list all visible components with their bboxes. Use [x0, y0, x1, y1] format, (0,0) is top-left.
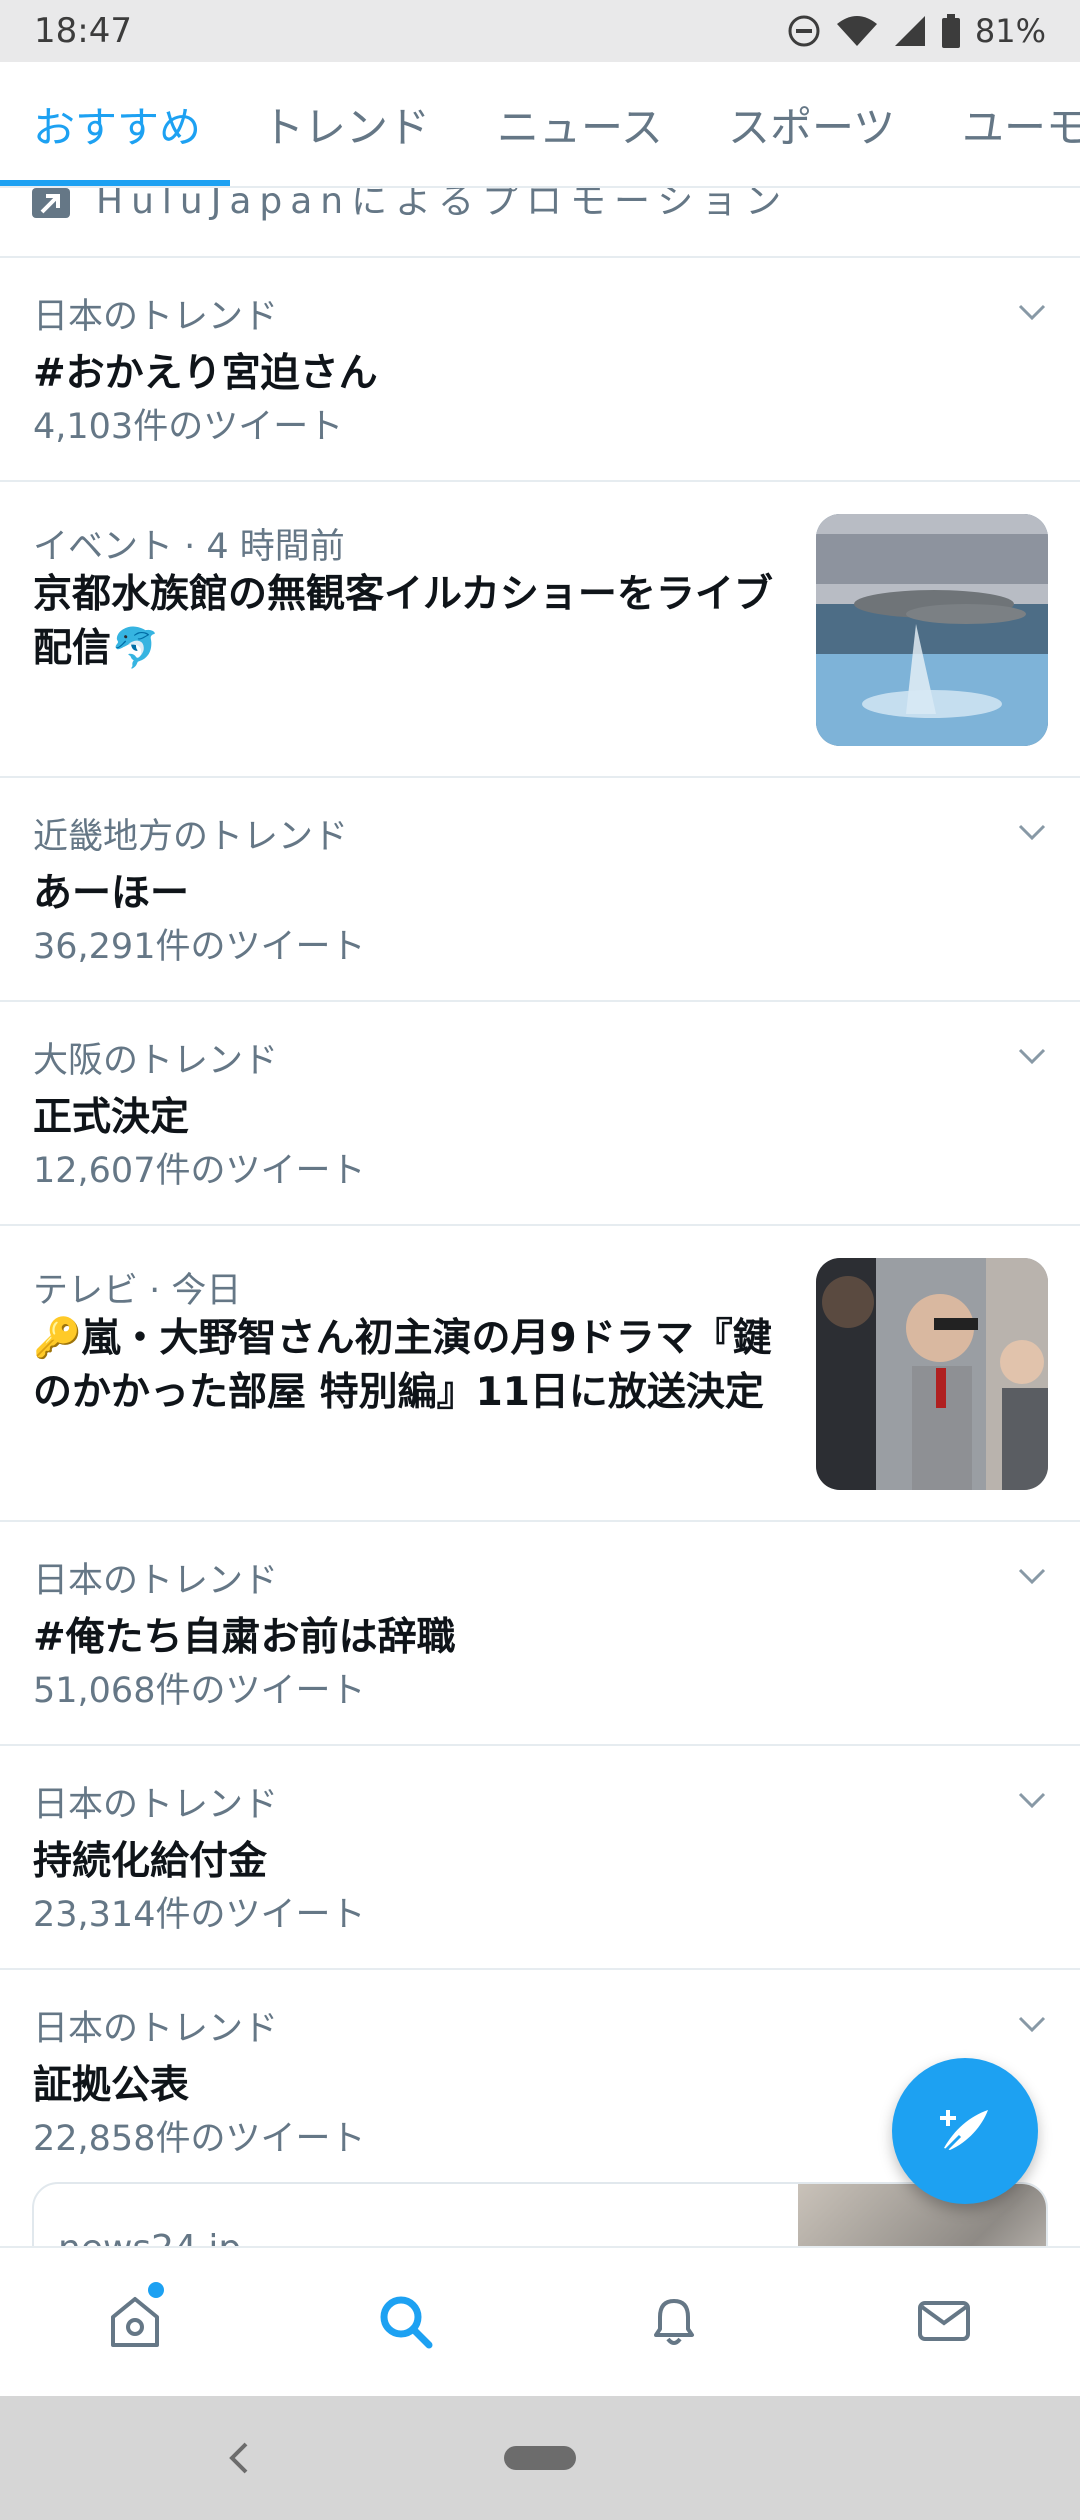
wifi-icon — [836, 16, 877, 46]
status-bar: 18:47 81% — [0, 0, 1080, 62]
signal-icon — [894, 16, 925, 46]
do-not-disturb-icon — [788, 15, 820, 47]
battery-level: 81% — [974, 12, 1046, 50]
bottom-navigation — [0, 2246, 1080, 2396]
chevron-down-icon[interactable] — [1014, 1038, 1050, 1074]
trend-item[interactable]: 日本のトレンド #俺たち自粛お前は辞職 51,068件のツイート — [0, 1522, 1080, 1746]
explore-tabs: おすすめ トレンド ニュース スポーツ ユーモ — [0, 62, 1080, 188]
tweet-count: 22,858件のツイート — [33, 2119, 366, 2159]
news-title: 京都水族館の無観客イルカショーをライブ配信🐬 — [33, 572, 773, 671]
chevron-down-icon[interactable] — [1014, 814, 1050, 850]
trend-context: 近畿地方のトレンド — [33, 817, 349, 857]
compose-tweet-button[interactable] — [892, 2058, 1038, 2204]
compose-feather-icon — [940, 2110, 988, 2154]
chevron-down-icon[interactable] — [1014, 1782, 1050, 1818]
promoted-text: HuluJapanによるプロモーション — [96, 188, 790, 222]
trend-title: 証拠公表 — [33, 2063, 190, 2108]
tab-news[interactable]: ニュース — [497, 62, 663, 186]
tab-sports[interactable]: スポーツ — [728, 62, 895, 186]
nav-notifications[interactable] — [639, 2286, 709, 2356]
trend-item[interactable]: 日本のトレンド #おかえり宮迫さん 4,103件のツイート — [0, 258, 1080, 482]
tweet-count: 23,314件のツイート — [33, 1895, 366, 1935]
tweet-count: 36,291件のツイート — [33, 927, 366, 967]
trend-item[interactable]: 日本のトレンド 持続化給付金 23,314件のツイート — [0, 1746, 1080, 1970]
trend-title: 持続化給付金 — [33, 1839, 268, 1884]
search-icon — [380, 2296, 433, 2349]
home-notification-dot — [148, 2282, 164, 2298]
chevron-down-icon[interactable] — [1014, 294, 1050, 330]
chevron-down-icon[interactable] — [1014, 1558, 1050, 1594]
news-item[interactable]: イベント · 4 時間前 京都水族館の無観客イルカショーをライブ配信🐬 — [0, 482, 1080, 778]
chevron-down-icon[interactable] — [1014, 2006, 1050, 2042]
home-icon — [111, 2297, 159, 2347]
promoted-label[interactable]: HuluJapanによるプロモーション — [0, 188, 1080, 258]
trend-item[interactable]: 近畿地方のトレンド あーほー 36,291件のツイート — [0, 778, 1080, 1002]
news-title: 🔑嵐・大野智さん初主演の月9ドラマ『鍵のかかった部屋 特別編』11日に放送決定 — [33, 1316, 772, 1415]
nav-search[interactable] — [370, 2286, 440, 2356]
tweet-count: 12,607件のツイート — [33, 1151, 366, 1191]
trend-title: #俺たち自粛お前は辞職 — [33, 1615, 456, 1660]
trend-title: #おかえり宮迫さん — [33, 351, 378, 396]
bell-icon — [654, 2299, 694, 2345]
news-context: イベント · 4 時間前 — [33, 527, 345, 567]
news-context: テレビ · 今日 — [33, 1271, 242, 1311]
news-item[interactable]: テレビ · 今日 🔑嵐・大野智さん初主演の月9ドラマ『鍵のかかった部屋 特別編』… — [0, 1226, 1080, 1522]
trend-title: あーほー — [33, 871, 190, 916]
mail-icon — [918, 2301, 970, 2341]
home-pill[interactable] — [504, 2446, 576, 2470]
trend-context: 日本のトレンド — [33, 2009, 279, 2049]
trend-context: 大阪のトレンド — [33, 1041, 279, 1081]
trend-context: 日本のトレンド — [33, 1561, 279, 1601]
news-thumbnail — [816, 514, 1048, 746]
nav-messages[interactable] — [909, 2286, 979, 2356]
trend-item[interactable]: 大阪のトレンド 正式決定 12,607件のツイート — [0, 1002, 1080, 1226]
promoted-icon — [32, 188, 70, 218]
tab-humor[interactable]: ユーモ — [962, 62, 1080, 186]
battery-icon — [941, 14, 960, 48]
status-time: 18:47 — [34, 11, 132, 51]
system-navigation-bar — [0, 2396, 1080, 2520]
news-thumbnail — [816, 1258, 1048, 1490]
trend-context: 日本のトレンド — [33, 1785, 279, 1825]
status-icons: 81% — [787, 12, 1046, 50]
tweet-count: 51,068件のツイート — [33, 1671, 366, 1711]
tab-trends[interactable]: トレンド — [262, 62, 430, 186]
tab-recommended[interactable]: おすすめ — [33, 62, 201, 186]
tweet-count: 4,103件のツイート — [33, 407, 344, 447]
tab-active-indicator — [0, 180, 230, 186]
trend-context: 日本のトレンド — [33, 297, 279, 337]
trend-title: 正式決定 — [33, 1095, 190, 1140]
back-icon[interactable] — [218, 2436, 262, 2480]
